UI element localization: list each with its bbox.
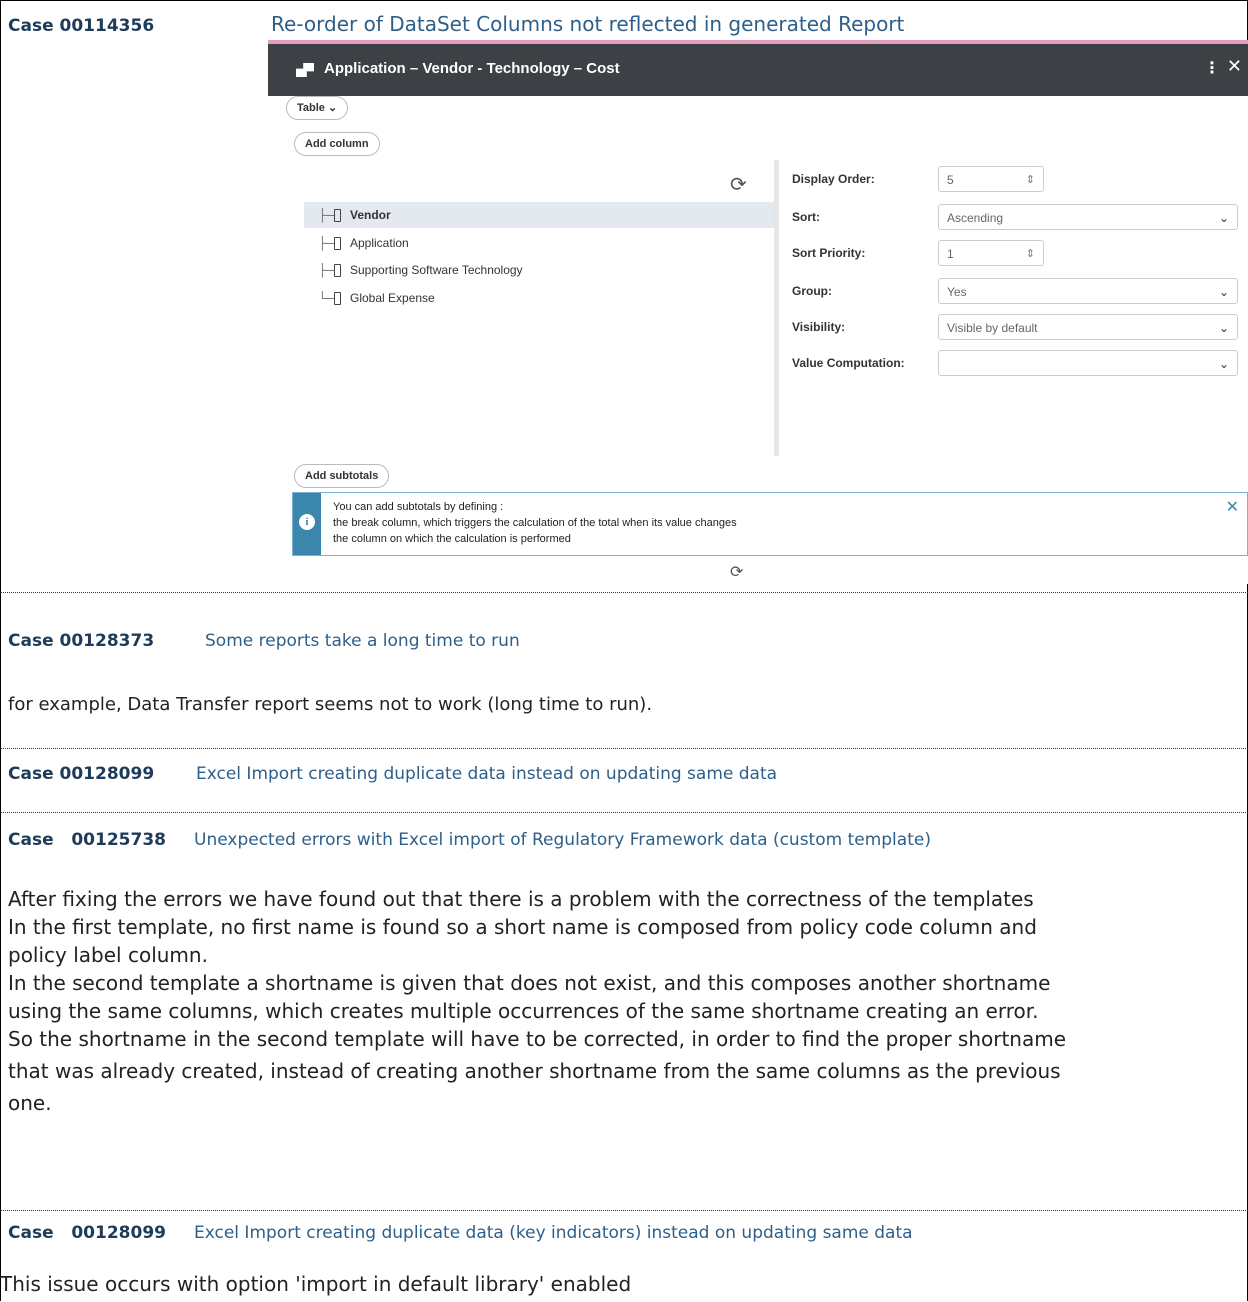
- case-id: Case 00114356: [8, 16, 155, 36]
- separator: [0, 592, 1248, 593]
- chevron-down-icon: ⌄: [1218, 357, 1229, 371]
- tree-item-application[interactable]: ├─ Application: [304, 230, 778, 256]
- tree-item-label: Application: [350, 236, 409, 250]
- info-line: the break column, which triggers the cal…: [333, 517, 737, 529]
- separator: [0, 812, 1248, 813]
- sort-priority-stepper[interactable]: 1 ⇕: [938, 240, 1044, 266]
- embedded-screenshot: Application – Vendor - Technology – Cost…: [268, 40, 1248, 584]
- info-message: i You can add subtotals by defining : th…: [292, 492, 1248, 556]
- body-line: one.: [8, 1091, 52, 1115]
- refresh-icon[interactable]: ⟳: [730, 172, 747, 196]
- visibility-select[interactable]: Visible by default ⌄: [938, 314, 1238, 340]
- info-line: You can add subtotals by defining :: [333, 501, 504, 513]
- body-line: So the shortname in the second template …: [8, 1027, 1067, 1051]
- app-icon: [296, 63, 314, 77]
- tree-branch: ├─: [318, 208, 336, 222]
- sort-value: Ascending: [947, 211, 1004, 225]
- tree-branch: ├─: [318, 263, 336, 277]
- case-title: Some reports take a long time to run: [205, 631, 520, 651]
- chevron-down-icon: ⌄: [327, 102, 338, 114]
- chevron-down-icon: ⌄: [1218, 211, 1229, 225]
- display-order-value: 5: [947, 173, 954, 187]
- more-menu-icon[interactable]: ⋮: [1204, 58, 1220, 77]
- spinner-icon[interactable]: ⇕: [1026, 167, 1035, 193]
- case-id: Case 00128099: [8, 764, 155, 784]
- sort-select[interactable]: Ascending ⌄: [938, 204, 1238, 230]
- view-dropdown[interactable]: Table ⌄: [286, 96, 349, 120]
- chevron-down-icon: ⌄: [1218, 321, 1229, 335]
- panel-divider[interactable]: [774, 160, 779, 456]
- case-body: for example, Data Transfer report seems …: [8, 694, 653, 715]
- body-line: that was already created, instead of cre…: [8, 1059, 1061, 1083]
- display-order-stepper[interactable]: 5 ⇕: [938, 166, 1044, 192]
- sort-priority-value: 1: [947, 247, 954, 261]
- sort-label: Sort:: [792, 210, 820, 224]
- group-value: Yes: [947, 285, 967, 299]
- info-line: the column on which the calculation is p…: [333, 533, 571, 545]
- body-line: In the first template, no first name is …: [8, 915, 1037, 939]
- body-line: using the same columns, which creates mu…: [8, 999, 1039, 1023]
- refresh-icon[interactable]: ⟳: [730, 562, 743, 581]
- case-id: Case 00128373: [8, 631, 155, 651]
- window-title-bar: Application – Vendor - Technology – Cost…: [268, 44, 1248, 96]
- body-line: After fixing the errors we have found ou…: [8, 887, 1034, 911]
- body-line: policy label column.: [8, 943, 208, 967]
- visibility-value: Visible by default: [947, 321, 1038, 335]
- display-order-label: Display Order:: [792, 172, 875, 186]
- close-icon[interactable]: ✕: [1227, 56, 1242, 77]
- case-title: Excel Import creating duplicate data (ke…: [194, 1223, 913, 1243]
- body-line: In the second template a shortname is gi…: [8, 971, 1051, 995]
- tree-branch: ├─: [318, 236, 336, 250]
- info-accent: i: [293, 493, 321, 555]
- separator: [0, 748, 1248, 749]
- case-title: Re-order of DataSet Columns not reflecte…: [271, 12, 905, 36]
- spinner-icon[interactable]: ⇕: [1026, 241, 1035, 267]
- separator: [0, 1210, 1248, 1211]
- case-id: Case 00125738: [8, 830, 166, 850]
- column-icon: [334, 264, 341, 277]
- window-title: Application – Vendor - Technology – Cost: [324, 60, 620, 77]
- column-icon: [334, 292, 341, 305]
- group-label: Group:: [792, 284, 832, 298]
- case-title: Excel Import creating duplicate data ins…: [196, 764, 778, 784]
- info-text: You can add subtotals by defining : the …: [333, 499, 737, 547]
- column-icon: [334, 237, 341, 250]
- chevron-down-icon: ⌄: [1218, 285, 1229, 299]
- view-dropdown-label: Table: [297, 102, 325, 114]
- tree-branch: └─: [318, 291, 336, 305]
- tree-item-label: Global Expense: [350, 291, 435, 305]
- case-body: After fixing the errors we have found ou…: [8, 885, 1066, 1117]
- tree-item-supporting-software-technology[interactable]: ├─ Supporting Software Technology: [304, 257, 778, 283]
- add-column-button[interactable]: Add column: [294, 132, 380, 156]
- value-computation-label: Value Computation:: [792, 356, 905, 370]
- visibility-label: Visibility:: [792, 320, 846, 334]
- add-subtotals-button[interactable]: Add subtotals: [294, 464, 390, 488]
- tree-item-label: Supporting Software Technology: [350, 263, 523, 277]
- tree-item-vendor[interactable]: ├─ Vendor: [304, 202, 778, 228]
- case-title: Unexpected errors with Excel import of R…: [194, 830, 931, 850]
- close-icon[interactable]: ✕: [1226, 497, 1239, 516]
- sort-priority-label: Sort Priority:: [792, 246, 866, 260]
- case-id: Case 00128099: [8, 1223, 166, 1243]
- column-icon: [334, 209, 341, 222]
- tree-item-label: Vendor: [350, 208, 391, 222]
- info-icon: i: [299, 514, 315, 530]
- tree-item-global-expense[interactable]: └─ Global Expense: [304, 285, 778, 311]
- group-select[interactable]: Yes ⌄: [938, 278, 1238, 304]
- case-body: This issue occurs with option 'import in…: [0, 1272, 632, 1296]
- value-computation-select[interactable]: ⌄: [938, 350, 1238, 376]
